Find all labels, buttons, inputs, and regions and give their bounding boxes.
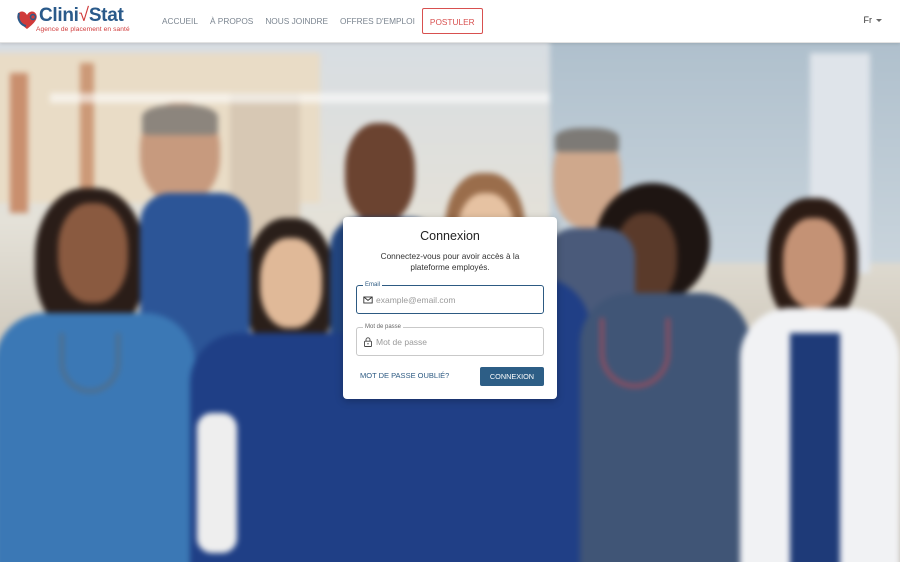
password-input[interactable] — [376, 332, 538, 352]
password-label: Mot de passe — [363, 323, 404, 331]
language-label: Fr — [863, 15, 873, 25]
login-title: Connexion — [420, 229, 480, 243]
login-card: Connexion Connectez-vous pour avoir accè… — [343, 217, 557, 399]
main-nav: ACCUEIL À PROPOS NOUS JOINDRE OFFRES D'E… — [156, 8, 483, 34]
nav-nous-joindre[interactable]: NOUS JOINDRE — [259, 8, 334, 34]
postuler-button[interactable]: POSTULER — [421, 8, 483, 34]
caret-down-icon — [876, 18, 882, 22]
nav-a-propos[interactable]: À PROPOS — [204, 8, 259, 34]
logo-tagline: Agence de placement en santé — [36, 26, 130, 33]
envelope-icon — [363, 296, 373, 304]
email-input[interactable] — [376, 290, 538, 310]
logo-name-separator: √ — [78, 5, 89, 26]
nav-accueil[interactable]: ACCUEIL — [156, 8, 204, 34]
clinistat-logo[interactable]: Clini√Stat Agence de placement en santé — [14, 5, 150, 35]
login-button[interactable]: CONNEXION — [480, 367, 544, 386]
logo-name-right: Stat — [88, 5, 124, 26]
nav-offres-emploi[interactable]: OFFRES D'EMPLOI — [334, 8, 421, 34]
language-selector[interactable]: Fr — [863, 15, 882, 25]
logo-wordmark: Clini√Stat — [39, 5, 124, 27]
lock-icon — [364, 337, 372, 347]
email-field: Email — [356, 281, 544, 314]
email-label: Email — [363, 281, 383, 289]
top-navbar: Clini√Stat Agence de placement en santé … — [0, 0, 900, 43]
password-field: Mot de passe — [356, 323, 544, 356]
login-subtitle: Connectez-vous pour avoir accès à la pla… — [380, 251, 520, 272]
logo-name-left: Clini — [39, 5, 79, 26]
forgot-password-link[interactable]: MOT DE PASSE OUBLIÉ? — [360, 371, 449, 380]
